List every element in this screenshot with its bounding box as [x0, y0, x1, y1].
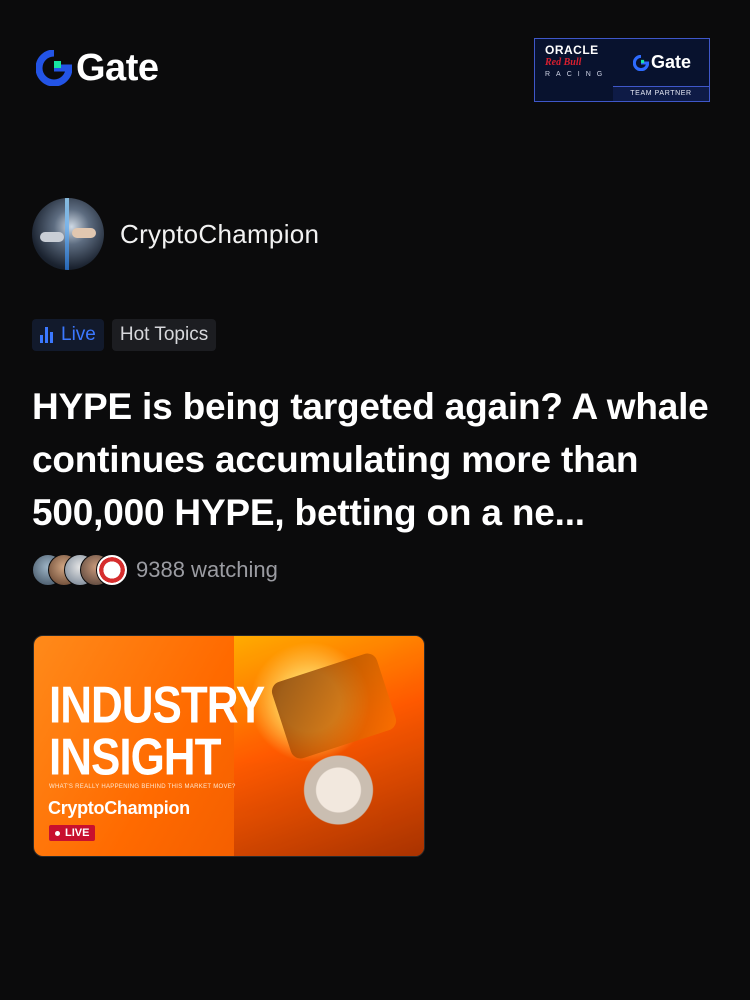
oracle-text: ORACLE	[545, 43, 599, 57]
stream-thumbnail[interactable]: INDUSTRY INSIGHT WHAT'S REALLY HAPPENING…	[33, 635, 425, 857]
live-bars-icon	[40, 327, 53, 343]
redbull-text: Red Bull	[545, 57, 582, 68]
live-dot-icon	[55, 830, 60, 836]
viewers-row: 9388 watching	[32, 554, 278, 586]
gate-logo[interactable]: Gate	[36, 47, 159, 89]
top-bar: Gate ORACLE Red Bull RACING Gate TEAM PA…	[0, 0, 750, 140]
thumbnail-subtitle: WHAT'S REALLY HAPPENING BEHIND THIS MARK…	[49, 784, 236, 790]
watching-count: 9388 watching	[136, 557, 278, 582]
team-partner-label: TEAM PARTNER	[613, 86, 709, 101]
author-name[interactable]: CryptoChampion	[120, 219, 319, 250]
thumbnail-author-name: CryptoChampion	[48, 798, 190, 818]
viewer-avatar-icon	[96, 554, 128, 586]
tag-live[interactable]: Live	[32, 319, 104, 351]
tag-hot-topics[interactable]: Hot Topics	[111, 319, 217, 351]
thumbnail-title-line1: INDUSTRY	[49, 676, 265, 735]
thumbnail-title-line2: INSIGHT	[49, 728, 221, 787]
thumbnail-live-label: LIVE	[65, 827, 90, 839]
logo-text: Gate	[76, 47, 159, 89]
tag-list: Live Hot Topics	[32, 319, 217, 351]
viewer-avatars	[32, 554, 130, 586]
tag-live-label: Live	[61, 324, 96, 345]
gate-logo-icon	[36, 50, 72, 86]
gate-logo-icon	[633, 54, 649, 71]
team-partner-badge[interactable]: ORACLE Red Bull RACING Gate TEAM PARTNER	[534, 38, 710, 102]
tag-hot-topics-label: Hot Topics	[119, 324, 209, 345]
thumbnail-title: INDUSTRY INSIGHT	[49, 676, 265, 787]
author-avatar[interactable]	[32, 198, 104, 270]
author-row[interactable]: CryptoChampion	[32, 198, 319, 270]
thumbnail-live-badge: LIVE	[49, 825, 96, 841]
racing-text: RACING	[545, 71, 609, 78]
partner-gate-text: Gate	[651, 52, 692, 72]
post-headline[interactable]: HYPE is being targeted again? A whale co…	[32, 380, 722, 539]
